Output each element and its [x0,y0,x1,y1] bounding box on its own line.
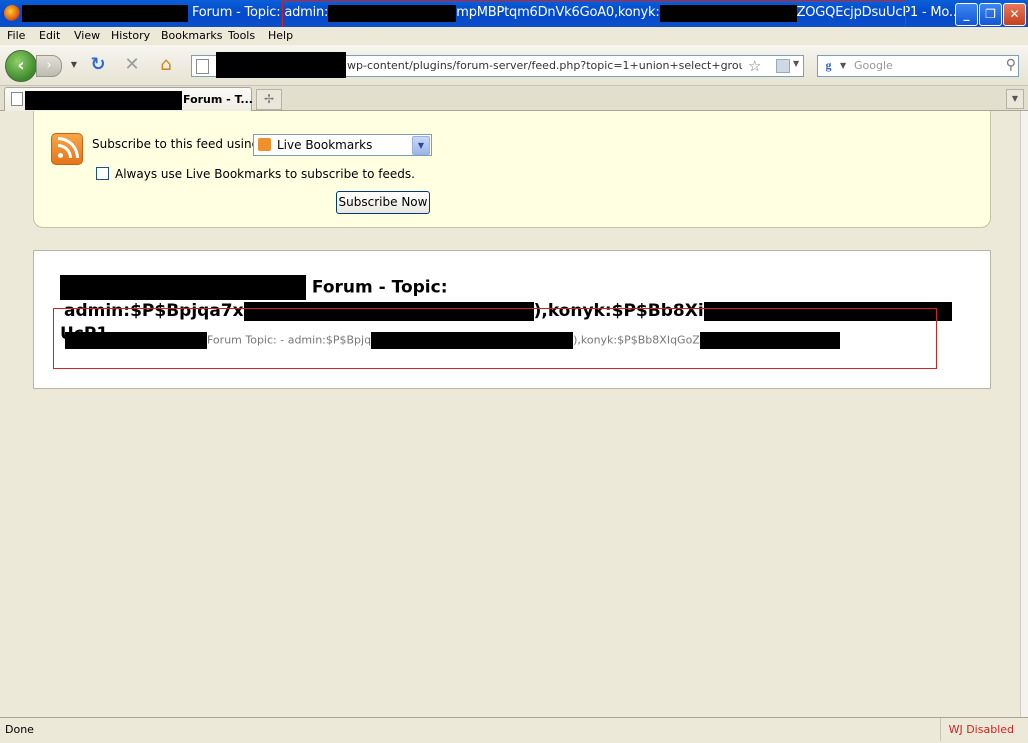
close-button[interactable]: ✕ [1003,3,1026,26]
status-bar: Done WJ Disabled [0,717,1028,743]
menu-view[interactable]: View [74,29,100,42]
url-text: wp-content/plugins/forum-server/feed.php… [347,59,742,72]
feed-subtitle-b: ),konyk:$P$Bb8XIqGoZ [573,333,700,347]
reload-icon[interactable]: ↻ [88,55,108,75]
feed-subscribe-panel: Subscribe to this feed using Live Bookma… [33,111,991,228]
rss-feed-icon [51,133,83,165]
google-icon[interactable]: g [821,58,836,73]
menu-bookmarks[interactable]: Bookmarks [161,29,222,42]
always-use-checkbox[interactable] [96,167,109,180]
menu-tools[interactable]: Tools [228,29,255,42]
tab-list-button[interactable]: ▼ [1006,89,1024,109]
menu-bar: File Edit View History Bookmarks Tools H… [0,27,1028,45]
navigation-toolbar: ‹ › ▼ ↻ ✕ ⌂ wp-content/plugins/forum-ser… [0,45,1028,86]
menu-edit[interactable]: Edit [39,29,60,42]
title-bar[interactable]: Forum - Topic: admin: mpMBPtqm6DnVk6GoA0,… [0,0,1028,43]
new-tab-button[interactable]: ✢ [256,89,282,110]
always-use-label: Always use Live Bookmarks to subscribe t… [115,167,415,181]
tab-forum-topic[interactable]: Forum - T... [4,87,253,111]
menu-history[interactable]: History [111,29,150,42]
feed-subtitle-a: Forum Topic: - admin:$P$Bpjq [207,333,372,347]
back-button[interactable]: ‹ [5,50,37,82]
title-prefix: Forum - Topic: [191,5,281,20]
redacted-block [60,275,306,300]
restore-button[interactable]: ❐ [979,3,1002,26]
stop-icon[interactable]: ✕ [122,55,142,75]
feed-title-line1: Forum - Topic: [311,277,448,298]
status-text: Done [5,723,34,736]
search-placeholder: Google [854,59,893,72]
wj-status[interactable]: WJ Disabled [939,718,1022,741]
history-dropdown-icon[interactable]: ▼ [64,55,84,75]
vertical-scrollbar[interactable] [1020,111,1028,717]
minimize-button[interactable]: _ [955,3,978,26]
redacted-block [65,332,207,349]
subscribe-label: Subscribe to this feed using [92,137,260,151]
live-bookmarks-icon [258,138,271,151]
home-icon[interactable]: ⌂ [156,55,176,75]
forward-arrow-icon: › [46,58,52,73]
feed-subtitle: Forum Topic: - admin:$P$Bpjq ),konyk:$P$B… [65,332,840,349]
feed-icon[interactable] [776,59,790,73]
page-icon [11,92,23,106]
back-arrow-icon: ‹ [17,55,25,76]
url-dropdown-icon[interactable]: ▼ [793,59,799,68]
tab-label: Forum - T... [183,93,253,106]
search-icon[interactable]: ⚲ [1006,57,1016,73]
feed-reader-select[interactable]: Live Bookmarks ▼ [253,134,432,156]
feed-reader-value: Live Bookmarks [277,138,373,152]
search-engine-dropdown-icon[interactable]: ▼ [840,61,846,70]
subscribe-now-button[interactable]: Subscribe Now [336,191,430,214]
bookmark-star-icon[interactable]: ☆ [748,57,761,75]
redacted-block [371,332,574,349]
url-bar[interactable]: wp-content/plugins/forum-server/feed.php… [191,52,804,78]
chevron-down-icon[interactable]: ▼ [412,136,430,155]
search-bar[interactable]: g ▼ Google ⚲ [817,55,1019,77]
redacted-block [216,52,346,78]
menu-help[interactable]: Help [268,29,293,42]
forward-button[interactable]: › [36,55,62,77]
redacted-block [25,91,182,110]
redacted-block [22,5,188,22]
page-content: Subscribe to this feed using Live Bookma… [0,111,1021,717]
redacted-block [699,332,840,349]
firefox-icon [4,5,20,21]
page-icon [196,59,209,74]
tab-bar: Forum - T... ✢ ▼ [0,86,1028,111]
feed-body: Forum - Topic: admin:$P$Bpjqa7x),konyk:$… [33,250,991,389]
menu-file[interactable]: File [7,29,25,42]
